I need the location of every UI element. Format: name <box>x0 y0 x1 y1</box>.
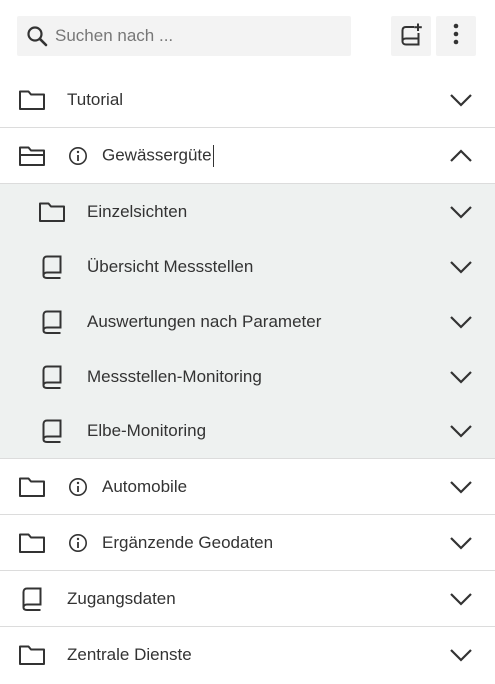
tree-item-zentrale-dienste[interactable]: Zentrale Dienste <box>0 627 495 683</box>
folder-icon <box>18 473 46 501</box>
tree-child-einzelsichten[interactable]: Einzelsichten <box>0 184 495 239</box>
chevron-down-icon[interactable] <box>447 253 475 281</box>
tree-child-label: Elbe-Monitoring <box>87 421 207 440</box>
tree-child-label: Einzelsichten <box>87 201 188 221</box>
tree-child-label: Übersicht Messstellen <box>87 256 254 276</box>
tree-item-label: Gewässergüte <box>102 144 214 167</box>
book-icon <box>38 253 66 281</box>
tree-item-gewaessergute[interactable]: Gewässergüte <box>0 128 495 184</box>
tree-child-auswertungen-nach-parameter[interactable]: Auswertungen nach Parameter <box>0 294 495 349</box>
info-icon[interactable] <box>67 145 89 167</box>
book-icon <box>18 585 46 613</box>
tree-item-zugangsdaten[interactable]: Zugangsdaten <box>0 571 495 627</box>
folder-icon <box>38 198 66 226</box>
more-options-button[interactable] <box>436 16 476 56</box>
book-icon <box>38 363 66 391</box>
folder-icon <box>18 86 46 114</box>
book-icon <box>38 308 66 336</box>
book-icon <box>38 417 66 445</box>
tree-item-label: Tutorial <box>67 89 124 109</box>
chevron-down-icon[interactable] <box>447 417 475 445</box>
info-icon[interactable] <box>67 532 89 554</box>
chevron-down-icon[interactable] <box>447 641 475 669</box>
chevron-up-icon[interactable] <box>447 142 475 170</box>
add-book-button[interactable] <box>391 16 431 56</box>
tree-child-elbe-monitoring[interactable]: Elbe-Monitoring <box>0 404 495 459</box>
chevron-down-icon[interactable] <box>447 473 475 501</box>
search-icon <box>25 24 49 48</box>
tree-item-tutorial[interactable]: Tutorial <box>0 72 495 128</box>
chevron-down-icon[interactable] <box>447 585 475 613</box>
navigation-tree: Tutorial Gewässergüte Einzelsichten Über… <box>0 72 495 683</box>
more-vertical-icon <box>446 22 466 51</box>
tree-item-label: Ergänzende Geodaten <box>102 532 274 552</box>
search-input[interactable] <box>55 26 335 46</box>
chevron-down-icon[interactable] <box>447 308 475 336</box>
folder-icon <box>18 529 46 557</box>
tree-child-label: Auswertungen nach Parameter <box>87 311 322 331</box>
tree-item-ergaenzende-geodaten[interactable]: Ergänzende Geodaten <box>0 515 495 571</box>
tree-child-uebersicht-messstellen[interactable]: Übersicht Messstellen <box>0 239 495 294</box>
tree-item-label: Zentrale Dienste <box>67 645 192 664</box>
tree-item-label: Zugangsdaten <box>67 588 176 608</box>
add-book-icon <box>397 20 425 53</box>
toolbar <box>0 0 495 72</box>
chevron-down-icon[interactable] <box>447 529 475 557</box>
text-cursor <box>212 144 214 167</box>
search-box[interactable] <box>17 16 351 56</box>
folder-open-icon <box>18 142 46 170</box>
chevron-down-icon[interactable] <box>447 86 475 114</box>
chevron-down-icon[interactable] <box>447 363 475 391</box>
folder-icon <box>18 641 46 669</box>
tree-item-label: Automobile <box>102 476 188 496</box>
info-icon[interactable] <box>67 476 89 498</box>
tree-item-automobile[interactable]: Automobile <box>0 459 495 515</box>
chevron-down-icon[interactable] <box>447 198 475 226</box>
tree-child-label: Messstellen-Monitoring <box>87 366 262 386</box>
tree-child-messstellen-monitoring[interactable]: Messstellen-Monitoring <box>0 349 495 404</box>
